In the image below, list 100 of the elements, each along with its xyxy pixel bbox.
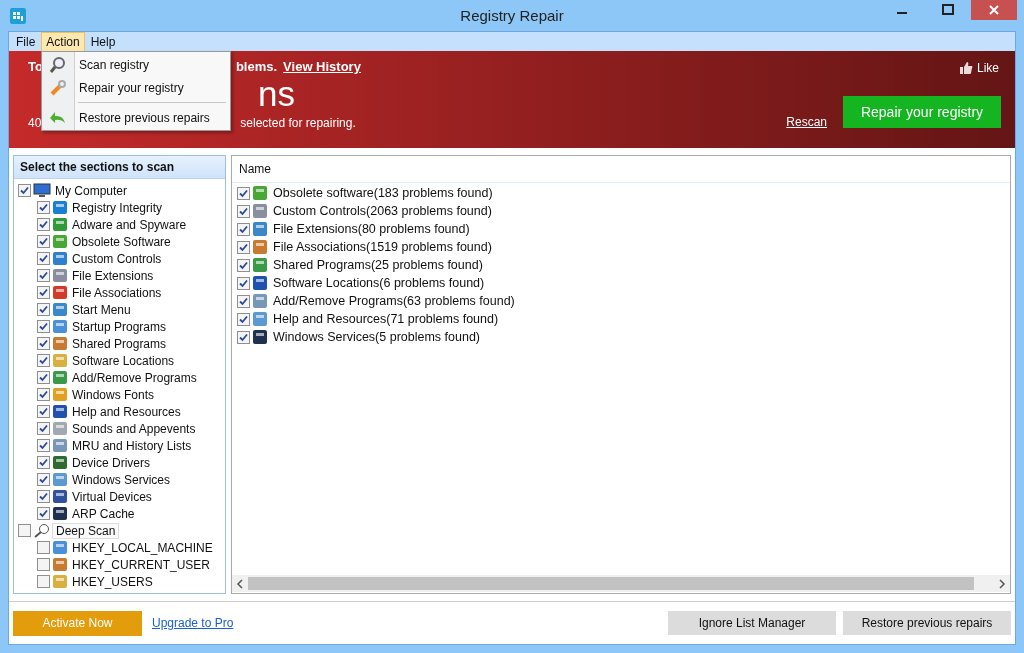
thumbs-up-icon	[959, 61, 973, 75]
checkbox[interactable]	[37, 235, 50, 248]
tree-item[interactable]: HKEY_LOCAL_MACHINE	[69, 540, 216, 555]
menu-item[interactable]: Help	[85, 31, 121, 52]
menu-item[interactable]: Action	[41, 31, 85, 52]
checkbox[interactable]	[237, 204, 250, 218]
checkbox[interactable]	[37, 541, 50, 554]
menu-item[interactable]: Repair your registry	[42, 76, 230, 99]
checkbox[interactable]	[237, 330, 250, 344]
magnifier-icon	[49, 55, 67, 74]
tree-item[interactable]: Shared Programs	[69, 336, 170, 351]
tree-item[interactable]: Virtual Devices	[69, 489, 155, 504]
tree-item[interactable]: Windows Services	[69, 472, 174, 487]
checkbox[interactable]	[37, 337, 50, 350]
checkbox[interactable]	[37, 456, 50, 469]
checkbox[interactable]	[237, 276, 250, 290]
section-icon	[52, 438, 68, 453]
checkbox[interactable]	[37, 269, 50, 282]
tree-item[interactable]: Add/Remove Programs	[69, 370, 200, 385]
checkbox[interactable]	[37, 252, 50, 265]
checkbox[interactable]	[37, 371, 50, 384]
section-icon	[52, 319, 68, 334]
checkbox[interactable]	[37, 558, 50, 571]
result-item[interactable]: Custom Controls(2063 problems found)	[273, 204, 492, 218]
result-item[interactable]: Software Locations(6 problems found)	[273, 276, 485, 290]
checkbox[interactable]	[237, 222, 250, 236]
checkbox[interactable]	[37, 303, 50, 316]
tree-item[interactable]: Windows Fonts	[69, 387, 158, 402]
checkbox[interactable]	[37, 575, 50, 588]
app-icon	[10, 7, 26, 24]
checkbox[interactable]	[37, 201, 50, 214]
checkbox[interactable]	[37, 422, 50, 435]
summary-text: selected for repairing.	[240, 116, 356, 130]
result-item[interactable]: Help and Resources(71 problems found)	[273, 312, 499, 326]
section-icon	[252, 203, 268, 219]
checkbox[interactable]	[237, 186, 250, 200]
checkbox[interactable]	[18, 524, 31, 537]
like-button[interactable]: Like	[959, 61, 999, 75]
tree-item[interactable]: Adware and Spyware	[69, 217, 190, 232]
section-icon	[52, 353, 68, 368]
section-icon	[252, 257, 268, 273]
checkbox[interactable]	[37, 218, 50, 231]
horizontal-scrollbar[interactable]	[232, 575, 1010, 592]
result-item[interactable]: File Associations(1519 problems found)	[273, 240, 492, 254]
problem-count: ns	[258, 74, 295, 114]
checkbox[interactable]	[37, 388, 50, 401]
section-icon	[52, 234, 68, 249]
tree-item[interactable]: My Computer	[52, 183, 131, 198]
result-item[interactable]: Shared Programs(25 problems found)	[273, 258, 483, 272]
tree-item[interactable]: HKEY_CURRENT_USER	[69, 557, 214, 572]
checkbox[interactable]	[37, 320, 50, 333]
checkbox[interactable]	[237, 312, 250, 326]
wrench-icon	[49, 78, 67, 97]
tree-item[interactable]: Custom Controls	[69, 251, 165, 266]
tree-item[interactable]: MRU and History Lists	[69, 438, 195, 453]
checkbox[interactable]	[37, 490, 50, 503]
column-header[interactable]: Name	[232, 156, 1010, 183]
checkbox[interactable]	[37, 405, 50, 418]
tree-item[interactable]: Obsolete Software	[69, 234, 174, 249]
checkbox[interactable]	[237, 294, 250, 308]
tree-item[interactable]: ARP Cache	[69, 506, 138, 521]
tree-item[interactable]: Software Locations	[69, 353, 178, 368]
section-icon	[52, 574, 68, 589]
menu-item[interactable]: Restore previous repairs	[42, 106, 230, 129]
checkbox[interactable]	[237, 258, 250, 272]
banner-text: blems.	[235, 59, 278, 74]
tree-item[interactable]: Start Menu	[69, 302, 134, 317]
result-item[interactable]: Windows Services(5 problems found)	[273, 330, 481, 344]
tree-item[interactable]: File Associations	[69, 285, 165, 300]
view-history-link[interactable]: View History	[283, 59, 361, 74]
section-icon	[52, 557, 68, 572]
section-icon	[52, 302, 68, 317]
result-item[interactable]: Obsolete software(183 problems found)	[273, 186, 493, 200]
section-icon	[252, 329, 268, 345]
restore-button[interactable]: Restore previous repairs	[843, 611, 1011, 635]
close-icon[interactable]	[971, 0, 1017, 20]
checkbox[interactable]	[37, 439, 50, 452]
rescan-link[interactable]: Rescan	[786, 115, 827, 129]
tree-item[interactable]: Deep Scan	[52, 522, 120, 539]
tree-item[interactable]: Registry Integrity	[69, 200, 166, 215]
checkbox[interactable]	[18, 184, 31, 197]
checkbox[interactable]	[237, 240, 250, 254]
section-icon	[52, 506, 68, 521]
result-item[interactable]: Add/Remove Programs(63 problems found)	[273, 294, 515, 308]
tree-item[interactable]: Device Drivers	[69, 455, 153, 470]
checkbox[interactable]	[37, 286, 50, 299]
upgrade-link[interactable]: Upgrade to Pro	[152, 616, 234, 630]
ignore-list-button[interactable]: Ignore List Manager	[668, 611, 836, 635]
tree-item[interactable]: Sounds and Appevents	[69, 421, 199, 436]
tree-item[interactable]: Startup Programs	[69, 319, 170, 334]
checkbox[interactable]	[37, 507, 50, 520]
tree-item[interactable]: Help and Resources	[69, 404, 184, 419]
tree-item[interactable]: HKEY_USERS	[69, 574, 156, 589]
menu-item[interactable]: Scan registry	[42, 53, 230, 76]
menu-item[interactable]: File	[11, 31, 41, 52]
checkbox[interactable]	[37, 473, 50, 486]
result-item[interactable]: File Extensions(80 problems found)	[273, 222, 470, 236]
tree-item[interactable]: File Extensions	[69, 268, 157, 283]
section-icon	[252, 311, 268, 327]
checkbox[interactable]	[37, 354, 50, 367]
